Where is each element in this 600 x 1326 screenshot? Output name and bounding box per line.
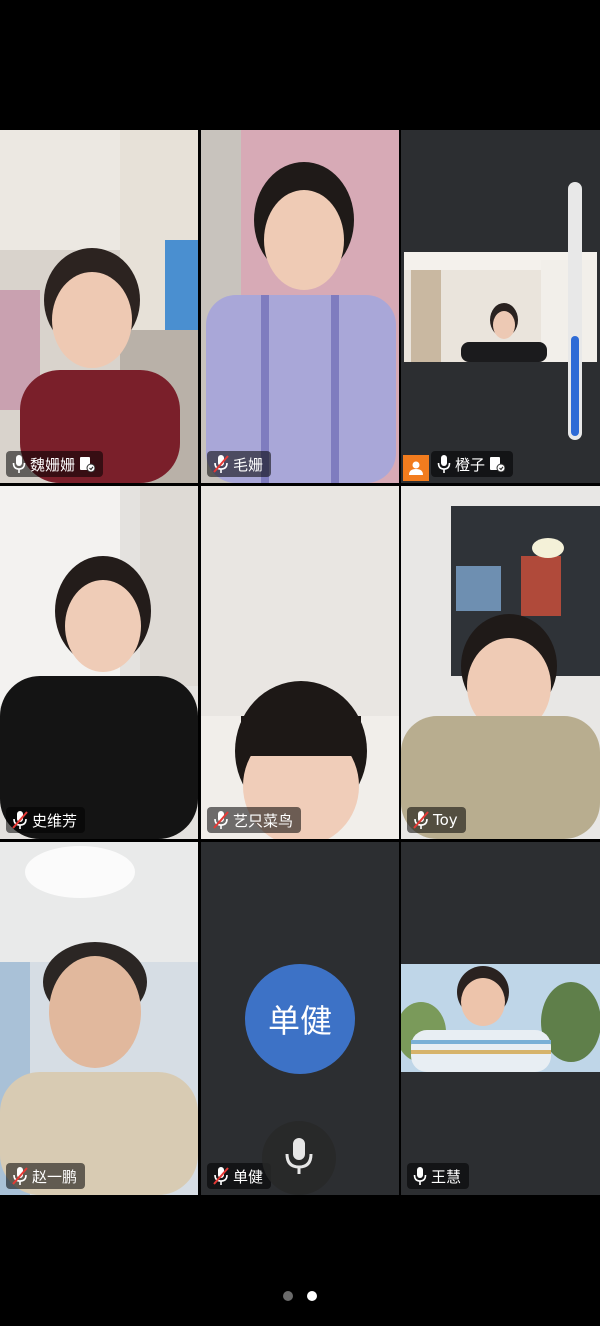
mic-muted-icon: [12, 1167, 28, 1185]
mic-muted-icon: [413, 811, 429, 829]
mic-muted-icon: [12, 811, 28, 829]
host-icon: [403, 455, 429, 481]
mic-icon: [284, 1136, 314, 1180]
mic-muted-icon: [213, 455, 229, 473]
name-badge: 单健: [207, 1163, 272, 1189]
participant-video: [401, 486, 600, 839]
participant-tile-4[interactable]: 史维芳: [0, 486, 198, 839]
participant-name: Toy: [433, 811, 458, 829]
name-badge: 魏姗姗: [6, 451, 104, 477]
name-badge: 毛姗: [207, 451, 272, 477]
participant-name: 艺只菜鸟: [233, 811, 294, 830]
participant-video: [201, 130, 399, 483]
screen-share-icon: [489, 456, 506, 472]
name-badge: Toy: [407, 807, 466, 833]
screen-share-icon: [79, 456, 96, 472]
participant-name: 王慧: [431, 1167, 462, 1186]
mic-muted-icon: [213, 1167, 229, 1185]
page-dot-1[interactable]: [283, 1291, 293, 1301]
participant-name: 赵一鹏: [32, 1167, 78, 1186]
participant-tile-2[interactable]: 毛姗: [201, 130, 399, 483]
participant-video: [401, 842, 600, 1195]
mic-toggle-button[interactable]: [262, 1121, 336, 1195]
participant-name: 单健: [233, 1167, 264, 1186]
name-badge: 橙子: [431, 451, 514, 477]
participant-name: 魏姗姗: [30, 455, 76, 474]
participant-tile-6[interactable]: Toy: [401, 486, 600, 839]
mic-icon: [413, 1167, 427, 1185]
volume-indicator: [568, 182, 582, 440]
volume-level: [571, 336, 579, 436]
participant-tile-7[interactable]: 赵一鹏: [0, 842, 198, 1195]
participant-name: 毛姗: [233, 455, 264, 474]
participant-tile-5[interactable]: 艺只菜鸟: [201, 486, 399, 839]
name-badge: 赵一鹏: [6, 1163, 86, 1189]
page-indicator: [0, 1291, 600, 1301]
mic-icon: [12, 455, 26, 473]
name-badge: 王慧: [407, 1163, 470, 1189]
participant-video: [0, 842, 198, 1195]
participant-name: 橙子: [455, 455, 486, 474]
participant-video: [0, 486, 198, 839]
video-grid: 魏姗姗 毛姗 橙子 史维芳 艺只菜鸟 Toy 赵一鹏 单健 单健 王慧: [0, 130, 600, 1195]
name-badge: 艺只菜鸟: [207, 807, 302, 833]
participant-tile-1[interactable]: 魏姗姗: [0, 130, 198, 483]
participant-name: 史维芳: [32, 811, 78, 830]
name-badge: 史维芳: [6, 807, 86, 833]
participant-video: [201, 486, 399, 839]
mic-muted-icon: [213, 811, 229, 829]
page-dot-2[interactable]: [307, 1291, 317, 1301]
avatar: 单健: [245, 964, 355, 1074]
participant-video: [0, 130, 198, 483]
participant-tile-3[interactable]: 橙子: [401, 130, 600, 483]
mic-icon: [437, 455, 451, 473]
participant-tile-9[interactable]: 王慧: [401, 842, 600, 1195]
